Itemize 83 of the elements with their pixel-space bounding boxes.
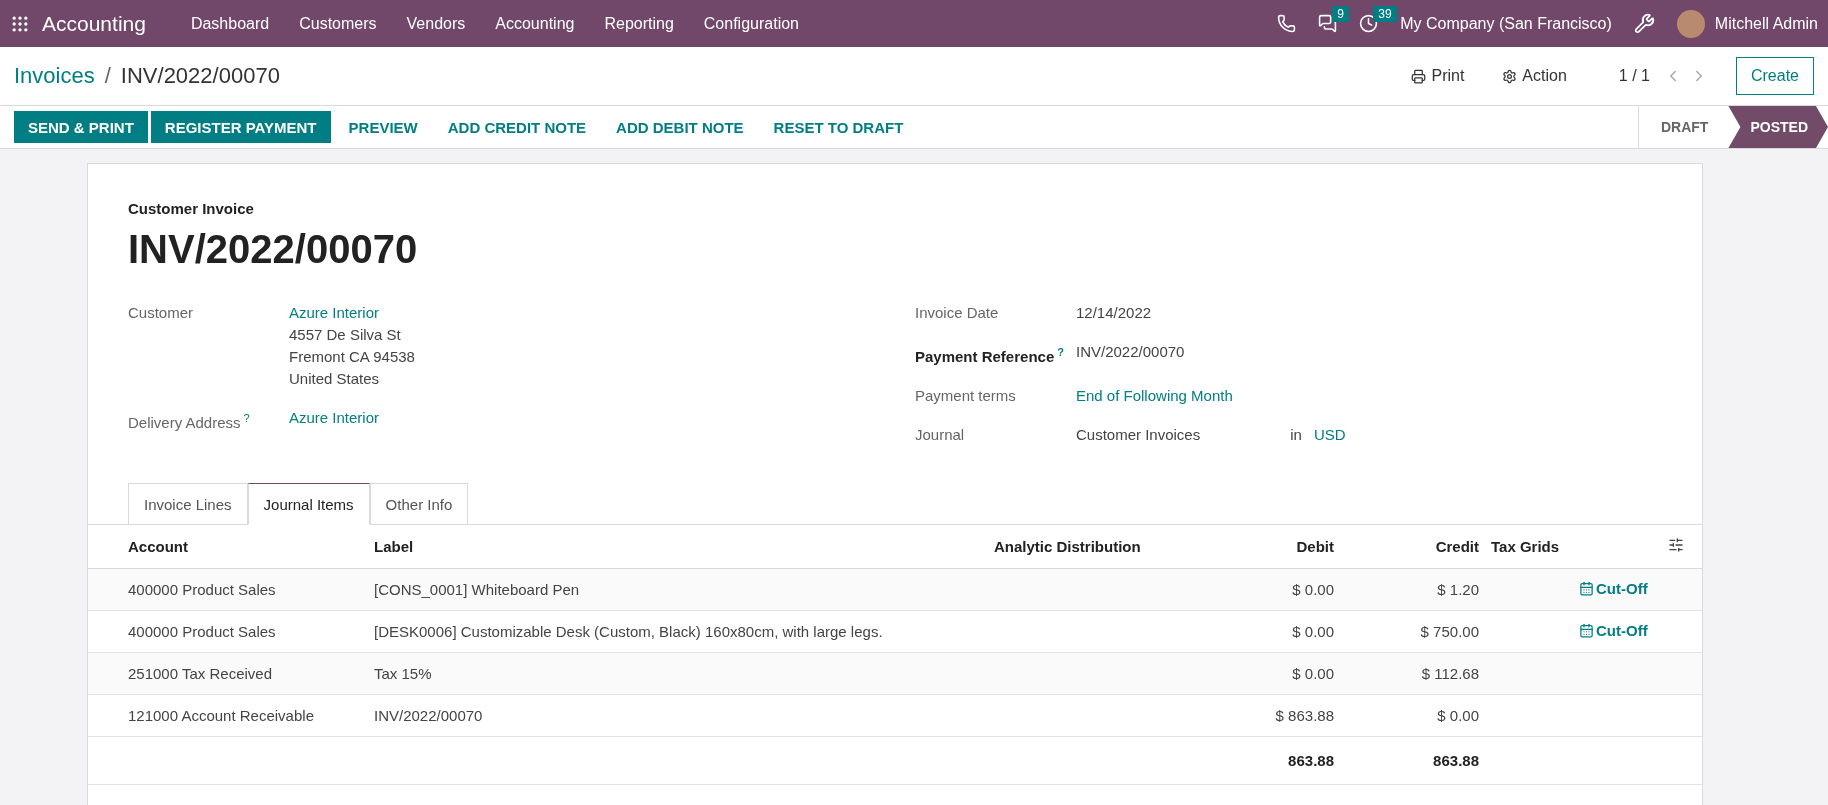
- action-button[interactable]: SEND & PRINT: [14, 111, 148, 143]
- menu-item[interactable]: Accounting: [480, 14, 590, 33]
- field-value: Customer Invoices: [1076, 425, 1201, 445]
- column-header: Tax Grids: [1485, 525, 1592, 568]
- table-cell: 400000 Product Sales: [88, 568, 368, 610]
- company-switcher[interactable]: My Company (San Francisco): [1400, 14, 1612, 33]
- table-cell: [CONS_0001] Whiteboard Pen: [368, 568, 1168, 610]
- table-cell: $ 0.00: [1168, 568, 1340, 610]
- field-label: Invoice Date: [915, 303, 1000, 323]
- column-header: Credit: [1340, 525, 1485, 568]
- menu-item[interactable]: Vendors: [391, 14, 481, 33]
- cut-off-link[interactable]: Cut-Off: [1579, 621, 1648, 639]
- field-label: Journal: [915, 425, 966, 445]
- tab[interactable]: Other Info: [369, 483, 469, 525]
- column-header: Account: [88, 525, 368, 568]
- printer-icon: [1411, 68, 1427, 84]
- debit-total: 863.88: [1168, 736, 1340, 784]
- document-type: Customer Invoice: [128, 200, 255, 217]
- gear-icon: [1502, 68, 1518, 84]
- table-cell: 251000 Tax Received: [88, 652, 368, 694]
- field-value: 12/14/2022: [1076, 303, 1153, 323]
- action-button[interactable]: ADD CREDIT NOTE: [432, 111, 602, 143]
- user-menu[interactable]: Mitchell Admin: [1714, 14, 1818, 33]
- calendar-icon: [1579, 622, 1594, 638]
- column-header: Debit: [1168, 525, 1340, 568]
- status-step[interactable]: POSTED: [1728, 106, 1828, 148]
- field-label: Payment terms: [915, 386, 1017, 406]
- table-cell: INV/2022/00070: [368, 694, 1168, 736]
- table-cell: $ 750.00: [1340, 610, 1485, 652]
- field-link[interactable]: Azure Interior: [289, 302, 875, 324]
- message-count: 9: [1332, 6, 1349, 22]
- address-line: Fremont CA 94538: [289, 347, 416, 367]
- column-settings-icon[interactable]: [1668, 536, 1684, 553]
- field-value: INV/2022/00070: [1076, 342, 1186, 362]
- field-label: Customer: [128, 303, 195, 323]
- table-cell: $ 1.20: [1340, 568, 1485, 610]
- table-cell: $ 0.00: [1168, 610, 1340, 652]
- tools-icon[interactable]: [1633, 13, 1655, 34]
- breadcrumb-link[interactable]: Invoices: [14, 63, 95, 89]
- table-cell: 121000 Account Receivable: [88, 694, 368, 736]
- table-cell: $ 112.68: [1340, 652, 1485, 694]
- menu-item[interactable]: Reporting: [589, 14, 689, 33]
- chat-icon[interactable]: [1318, 14, 1338, 33]
- app-name[interactable]: Accounting: [42, 11, 146, 36]
- currency-link[interactable]: USD: [1313, 424, 1346, 446]
- menu-item[interactable]: Configuration: [688, 14, 814, 33]
- address-line: United States: [289, 369, 381, 389]
- table-cell: Tax 15%: [368, 652, 1168, 694]
- tab[interactable]: Journal Items: [247, 483, 370, 525]
- table-cell: $ 863.88: [1168, 694, 1340, 736]
- phone-icon[interactable]: [1277, 14, 1297, 33]
- breadcrumb-current: INV/2022/00070: [120, 63, 280, 89]
- credit-total: 863.88: [1340, 736, 1485, 784]
- action-button[interactable]: PREVIEW: [333, 111, 433, 143]
- pager-value: 1 / 1: [1618, 67, 1650, 85]
- action-button[interactable]: Action: [1496, 66, 1573, 86]
- menu-item[interactable]: Customers: [284, 14, 392, 33]
- table-cell: $ 0.00: [1340, 694, 1485, 736]
- table-cell: [DESK0006] Customizable Desk (Custom, Black) 160x80cm, with large legs.: [368, 610, 1168, 652]
- field-label: Delivery Address $^{?}$: [128, 411, 251, 433]
- tab[interactable]: Invoice Lines: [128, 483, 248, 525]
- document-title: INV/2022/00070: [128, 227, 419, 272]
- field-link[interactable]: Azure Interior: [289, 407, 875, 429]
- activity-count: 39: [1373, 6, 1397, 22]
- action-button[interactable]: ADD DEBIT NOTE: [601, 111, 759, 143]
- cut-off-link[interactable]: Cut-Off: [1579, 579, 1648, 597]
- table-cell: $ 0.00: [1168, 652, 1340, 694]
- column-header: Label: [368, 525, 988, 568]
- clock-icon[interactable]: [1359, 14, 1379, 33]
- action-button[interactable]: REGISTER PAYMENT: [150, 111, 331, 143]
- address-line: 4557 De Silva St: [289, 325, 402, 345]
- calendar-icon: [1579, 580, 1594, 596]
- field-link[interactable]: End of Following Month: [1076, 385, 1662, 407]
- column-header: Analytic Distribution: [988, 525, 1168, 568]
- print-button[interactable]: Print: [1405, 66, 1471, 86]
- field-label: Payment Reference $^{?}$: [915, 345, 1065, 367]
- breadcrumb-separator: /: [104, 63, 111, 89]
- menu-item[interactable]: Dashboard: [175, 14, 285, 33]
- user-avatar[interactable]: [1676, 9, 1705, 38]
- table-cell: 400000 Product Sales: [88, 610, 368, 652]
- create-button[interactable]: Create: [1735, 57, 1814, 95]
- action-button[interactable]: RESET TO DRAFT: [758, 111, 919, 143]
- field-joiner: in: [1290, 425, 1302, 445]
